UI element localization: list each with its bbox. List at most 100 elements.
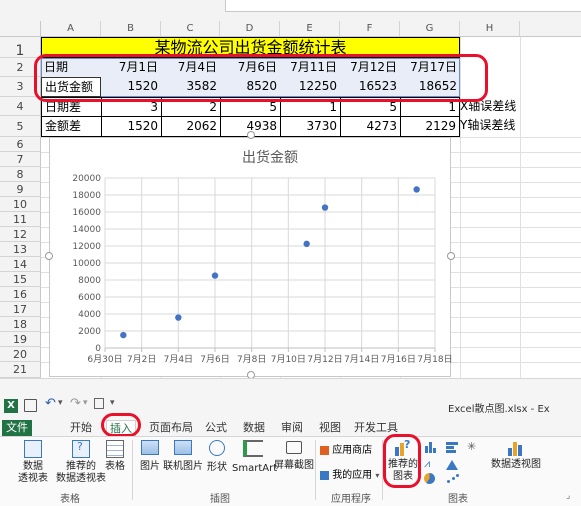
y-tick-label: 2000 xyxy=(78,327,101,337)
annotation-oval-insert-tab xyxy=(101,413,141,437)
cell-a5[interactable]: 金额差 xyxy=(41,116,102,137)
y-tick-label: 18000 xyxy=(72,191,101,201)
y-tick-label: 12000 xyxy=(72,242,101,252)
tab-home[interactable]: 开始 xyxy=(66,420,96,436)
data-point xyxy=(303,240,310,248)
chart-resize-handle[interactable] xyxy=(247,371,255,378)
cell-e5[interactable]: 3730 xyxy=(280,116,341,137)
row-header-4[interactable]: 4 xyxy=(0,97,41,116)
row-header-20[interactable]: 20 xyxy=(0,347,41,362)
tab-data[interactable]: 数据 xyxy=(240,420,268,436)
row-header-21[interactable]: 21 xyxy=(0,362,41,378)
row-header-7[interactable]: 7 xyxy=(0,152,41,167)
quick-access-icon[interactable] xyxy=(94,398,104,409)
data-point xyxy=(321,204,329,211)
x-tick-label: 7月18日 xyxy=(417,354,452,365)
bar-chart-button[interactable] xyxy=(446,441,462,453)
column-header-b[interactable]: B xyxy=(101,21,161,37)
recommended-pivot-icon: ? xyxy=(72,440,90,458)
row-header-12[interactable]: 12 xyxy=(0,227,41,242)
select-all-corner[interactable] xyxy=(0,21,41,37)
chart-resize-handle[interactable] xyxy=(447,252,455,260)
smartart-label: SmartArt xyxy=(232,463,278,474)
recommended-pivot-button[interactable]: ? 推荐的 数据透视表 xyxy=(55,438,107,488)
my-apps-label: 我的应用 xyxy=(332,470,373,481)
customize-qat-icon[interactable]: ▾ xyxy=(110,398,115,408)
formula-bar[interactable] xyxy=(225,0,581,12)
shapes-button[interactable]: 形状 xyxy=(203,438,231,488)
cell-g5[interactable]: 2129 xyxy=(400,116,460,137)
pivot-table-icon xyxy=(24,440,42,458)
cell-f5[interactable]: 4273 xyxy=(340,116,401,137)
column-chart-button[interactable] xyxy=(424,441,440,453)
x-tick-label: 7月12日 xyxy=(307,354,342,365)
smartart-icon xyxy=(243,440,263,457)
my-apps-button[interactable]: 我的应用 ▾ xyxy=(320,466,384,481)
y-tick-label: 20000 xyxy=(72,174,101,184)
row-header-13[interactable]: 13 xyxy=(0,242,41,257)
dialog-launcher-icon[interactable]: ⌟ xyxy=(566,491,570,501)
redo-dropdown-icon[interactable]: ▾ xyxy=(83,398,88,408)
row-header-15[interactable]: 15 xyxy=(0,272,41,287)
cell-h5[interactable]: Y轴误差线 xyxy=(457,116,527,137)
row-header-8[interactable]: 8 xyxy=(0,167,41,182)
picture-icon xyxy=(141,440,159,455)
column-header-e[interactable]: E xyxy=(280,21,340,37)
chart-resize-handle[interactable] xyxy=(45,252,53,260)
chart-plot: 出货金额 0 2000 4000 6000 8000 10000 12000 14000 1600… xyxy=(72,149,452,365)
row-header-9[interactable]: 9 xyxy=(0,182,41,197)
tab-view[interactable]: 视图 xyxy=(316,420,344,436)
undo-dropdown-icon[interactable]: ▾ xyxy=(58,398,63,408)
row-header-18[interactable]: 18 xyxy=(0,317,41,332)
line-chart-button[interactable]: ⩘ xyxy=(424,458,440,470)
chart-resize-handle[interactable] xyxy=(247,131,255,139)
row-header-16[interactable]: 16 xyxy=(0,287,41,302)
smartart-button[interactable]: SmartArt xyxy=(232,438,278,488)
save-icon[interactable] xyxy=(24,399,37,412)
annotation-oval-recommended-charts xyxy=(383,434,421,488)
redo-icon[interactable]: ↷ xyxy=(70,396,81,411)
cell-b5[interactable]: 1520 xyxy=(101,116,162,137)
row-header-19[interactable]: 19 xyxy=(0,332,41,347)
pivot-table-button[interactable]: 数据 透视表 xyxy=(8,438,58,488)
tab-file[interactable]: 文件 xyxy=(2,420,32,436)
row-header-6[interactable]: 6 xyxy=(0,137,41,152)
app-store-button[interactable]: 应用商店 xyxy=(320,441,380,456)
tab-review[interactable]: 审阅 xyxy=(278,420,306,436)
row-header-10[interactable]: 10 xyxy=(0,197,41,212)
table-button[interactable]: 表格 xyxy=(103,438,127,488)
table-label: 表格 xyxy=(105,461,125,472)
tab-formulas[interactable]: 公式 xyxy=(202,420,230,436)
pivot-chart-button[interactable]: 数据透视图 xyxy=(488,438,544,488)
column-header-d[interactable]: D xyxy=(220,21,280,37)
undo-icon[interactable]: ↶ xyxy=(45,396,56,411)
row-header-11[interactable]: 11 xyxy=(0,212,41,227)
row-header-17[interactable]: 17 xyxy=(0,302,41,317)
picture-button[interactable]: 图片 xyxy=(138,438,162,488)
row-header-14[interactable]: 14 xyxy=(0,257,41,272)
column-header-f[interactable]: F xyxy=(340,21,400,37)
chevron-down-icon: ▾ xyxy=(375,471,380,480)
pivot-table-label: 数据 透视表 xyxy=(18,461,48,484)
other-charts-button[interactable]: ✳ xyxy=(467,441,483,453)
area-chart-button[interactable] xyxy=(446,458,462,470)
scatter-chart-button[interactable] xyxy=(446,473,462,485)
column-header-a[interactable]: A xyxy=(41,21,101,37)
scatter-chart[interactable]: 出货金额 0 2000 4000 6000 8000 10000 12000 14000 1600… xyxy=(49,137,452,377)
cell-c5[interactable]: 2062 xyxy=(161,116,221,137)
column-header-c[interactable]: C xyxy=(161,21,220,37)
y-tick-label: 10000 xyxy=(72,259,101,269)
y-tick-label: 8000 xyxy=(78,276,101,286)
screenshot-label: 屏幕截图 xyxy=(274,460,314,471)
tab-page-layout[interactable]: 页面布局 xyxy=(146,420,196,436)
row-header-1[interactable]: 1 xyxy=(0,37,41,59)
column-header-g[interactable]: G xyxy=(400,21,460,37)
group-label-apps: 应用程序 xyxy=(331,494,371,505)
pie-chart-button[interactable] xyxy=(424,473,440,485)
y-tick-label: 4000 xyxy=(78,310,101,320)
screenshot-button[interactable]: 屏幕截图 xyxy=(274,438,314,488)
online-picture-button[interactable]: 联机图片 xyxy=(163,438,203,488)
online-picture-icon xyxy=(174,440,192,455)
column-header-h[interactable]: H xyxy=(460,21,520,37)
row-header-5[interactable]: 5 xyxy=(0,116,41,137)
